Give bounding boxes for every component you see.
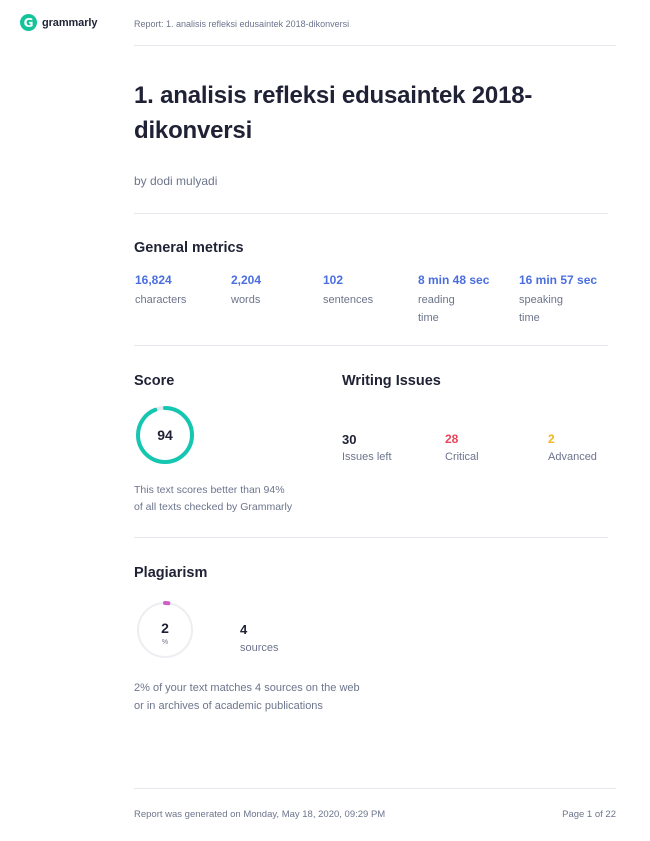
metric-value: 8 min 48 sec	[418, 273, 490, 287]
grammarly-logo: G grammarly	[20, 14, 97, 31]
issue-label: Critical	[445, 451, 479, 463]
plagiarism-sources: 4 sources	[240, 622, 279, 654]
grammarly-logo-icon: G	[20, 14, 37, 31]
metric-label: words	[231, 294, 261, 306]
metric-sentences: 102 sentences	[323, 273, 373, 309]
grammarly-logo-text: grammarly	[42, 16, 98, 29]
metric-value: 16 min 57 sec	[519, 273, 598, 287]
plagiarism-description: 2% of your text matches 4 sources on the…	[134, 679, 360, 715]
issue-value: 2	[548, 432, 555, 446]
writing-issues-title: Writing Issues	[342, 373, 441, 389]
metric-value: 102	[323, 273, 344, 287]
issue-label: Issues left	[342, 451, 392, 463]
plagiarism-description-line1: 2% of your text matches 4 sources on the…	[134, 682, 360, 694]
breadcrumb: Report: 1. analisis refleksi edusaintek …	[134, 19, 350, 29]
sources-value: 4	[240, 622, 248, 637]
metric-label: sentences	[323, 294, 374, 306]
plagiarism-description-line2: or in archives of academic publications	[134, 700, 323, 712]
metric-words: 2,204 words	[231, 273, 261, 309]
footer-generated: Report was generated on Monday, May 18, …	[134, 809, 386, 820]
plagiarism-percent-sign: %	[161, 639, 169, 646]
document-title: 1. analisis refleksi edusaintek 2018-dik…	[134, 82, 533, 144]
metric-value: 16,824	[135, 273, 172, 287]
metric-label: reading time	[418, 294, 455, 324]
issues-left: 30 Issues left	[342, 432, 392, 463]
score-divider	[134, 537, 608, 538]
score-title: Score	[134, 373, 175, 389]
title-divider	[134, 213, 608, 214]
footer-page-number: Page 1 of 22	[562, 809, 616, 820]
score-value: 94	[157, 427, 173, 443]
score-description: This text scores better than 94% of all …	[134, 482, 292, 516]
issue-label: Advanced	[548, 451, 597, 463]
plagiarism-title: Plagiarism	[134, 565, 208, 581]
metric-speaking-time: 16 min 57 sec speaking time	[519, 273, 598, 327]
score-description-line2: of all texts checked by Grammarly	[134, 501, 293, 513]
metric-characters: 16,824 characters	[135, 273, 186, 309]
general-metrics-title: General metrics	[134, 240, 244, 256]
issues-critical: 28 Critical	[445, 432, 479, 463]
issue-value: 30	[342, 432, 357, 447]
score-description-line1: This text scores better than 94%	[134, 484, 285, 496]
issues-advanced: 2 Advanced	[548, 432, 597, 463]
metric-value: 2,204	[231, 273, 262, 287]
sources-label: sources	[240, 642, 279, 654]
issue-value: 28	[445, 432, 459, 446]
metric-label: speaking time	[519, 294, 564, 324]
header-divider	[134, 45, 616, 46]
footer-divider	[134, 788, 616, 789]
document-author: by dodi mulyadi	[134, 174, 218, 188]
metric-reading-time: 8 min 48 sec reading time	[418, 273, 490, 327]
metrics-divider	[134, 345, 608, 346]
plagiarism-percent: 2	[161, 620, 169, 636]
metric-label: characters	[135, 294, 187, 306]
